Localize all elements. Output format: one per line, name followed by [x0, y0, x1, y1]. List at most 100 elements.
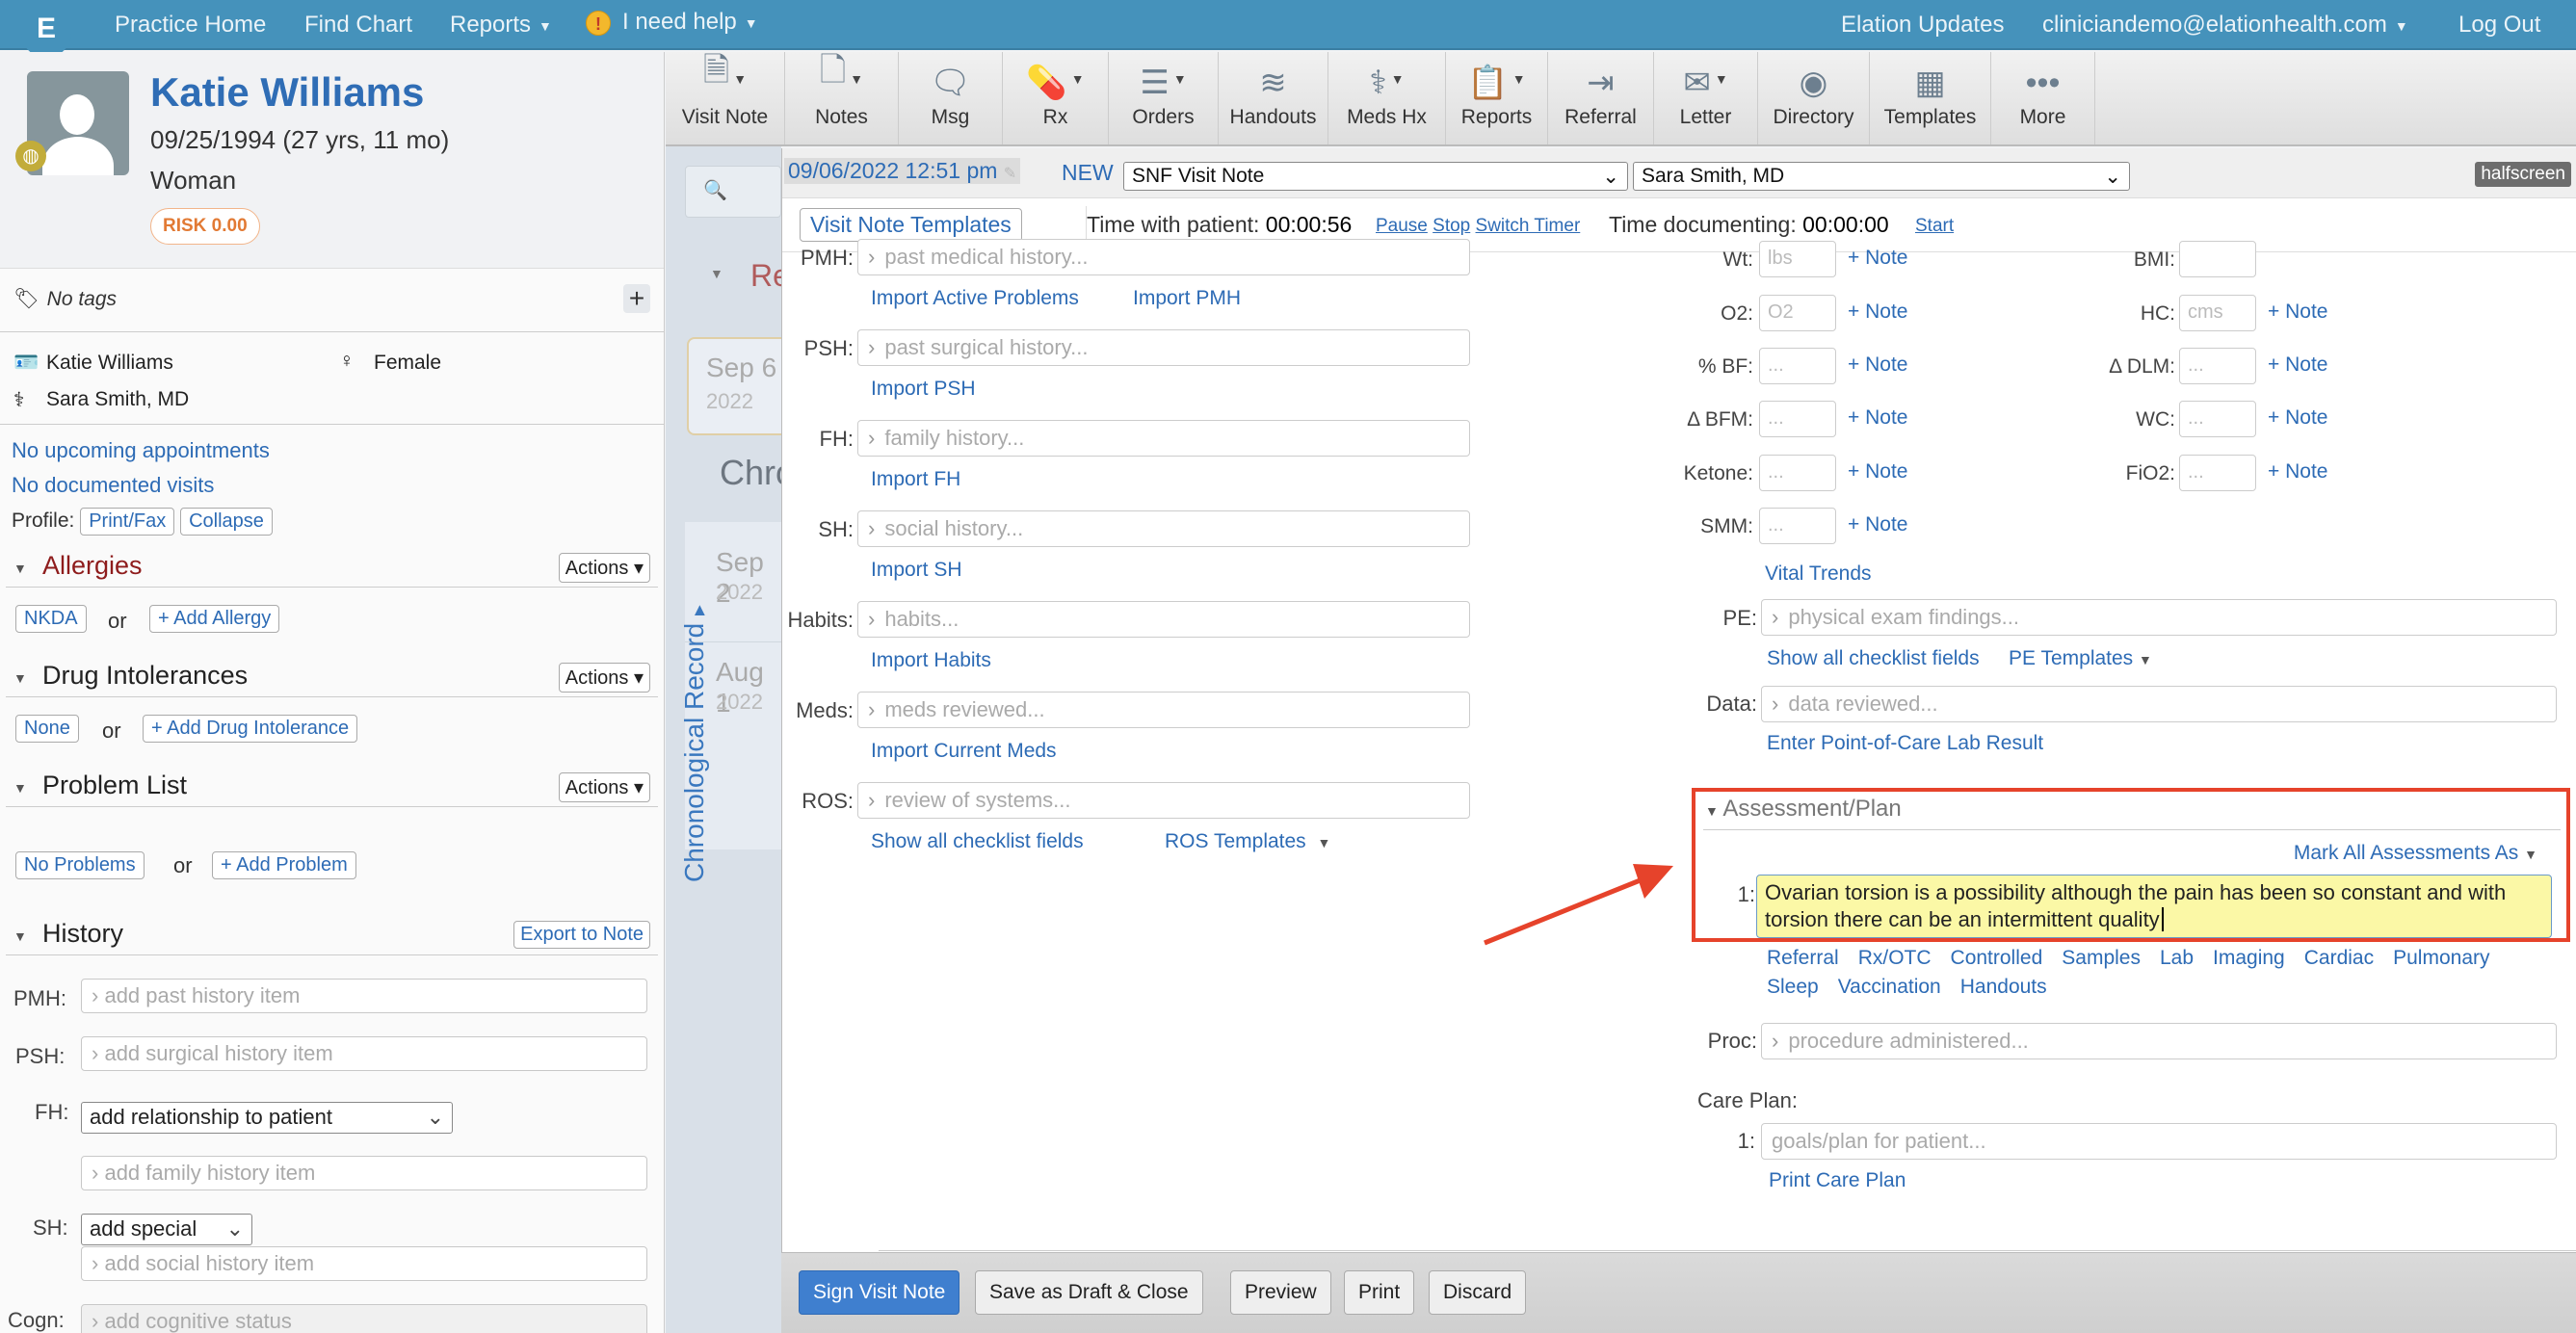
chronological-record-toggle[interactable]: Chronological Record ▶	[679, 593, 710, 882]
sh-input[interactable]: › social history...	[857, 510, 1470, 547]
nav-find-chart[interactable]: Find Chart	[304, 12, 412, 39]
order-link-referral[interactable]: Referral	[1767, 944, 1839, 973]
note-datetime[interactable]: 09/06/2022 12:51 pm ✎	[784, 158, 1021, 184]
import-link[interactable]: ROS Templates ▼	[1165, 830, 1330, 853]
ros-input[interactable]: › review of systems...	[857, 782, 1470, 819]
nav-reports[interactable]: Reports ▼	[450, 12, 552, 39]
add-vital-note-link[interactable]: + Note	[2268, 301, 2327, 324]
meds-input[interactable]: › meds reviewed...	[857, 692, 1470, 728]
print-fax-button[interactable]: Print/Fax	[80, 508, 175, 536]
vital-input[interactable]: ...	[1759, 401, 1836, 437]
toolbar-templates-button[interactable]: ▦ Templates	[1870, 52, 1991, 144]
visit-note-templates-button[interactable]: Visit Note Templates	[800, 208, 1022, 242]
halfscreen-button[interactable]: halfscreen	[2475, 162, 2571, 187]
risk-badge[interactable]: RISK 0.00	[150, 208, 260, 245]
upcoming-appointments-link[interactable]: No upcoming appointments	[12, 438, 270, 462]
pmh-input[interactable]: › past medical history...	[857, 239, 1470, 275]
add-vital-note-link[interactable]: + Note	[1848, 406, 1907, 430]
import-link[interactable]: Import Active Problems	[871, 287, 1079, 310]
toolbar-msg-button[interactable]: 🗨 Msg	[899, 52, 1003, 144]
import-link[interactable]: Import PSH	[871, 378, 976, 401]
add-vital-note-link[interactable]: + Note	[1848, 513, 1907, 536]
add-vital-note-link[interactable]: + Note	[1848, 460, 1907, 484]
nav-logout[interactable]: Log Out	[2458, 12, 2540, 39]
nav-practice-home[interactable]: Practice Home	[115, 12, 266, 39]
order-link-lab[interactable]: Lab	[2160, 944, 2194, 973]
pe-show-checklist-link[interactable]: Show all checklist fields	[1767, 647, 1980, 670]
order-link-pulmonary[interactable]: Pulmonary	[2393, 944, 2489, 973]
add-vital-note-link[interactable]: + Note	[2268, 460, 2327, 484]
add-vital-note-link[interactable]: + Note	[1848, 301, 1907, 324]
stop-timer-link[interactable]: Stop	[1433, 216, 1470, 236]
vital-input[interactable]: ...	[1759, 455, 1836, 491]
sh-special-select[interactable]: add special ⌄	[81, 1214, 252, 1245]
import-link[interactable]: Import FH	[871, 468, 960, 491]
vital-input[interactable]: O2	[1759, 295, 1836, 331]
vital-input[interactable]: ...	[1759, 508, 1836, 544]
vital-input[interactable]: ...	[2179, 348, 2256, 384]
vital-input[interactable]	[2179, 241, 2256, 277]
pause-timer-link[interactable]: Pause	[1376, 216, 1428, 236]
note-type-select[interactable]: SNF Visit Note ⌄	[1123, 162, 1628, 191]
collapse-triangle-icon[interactable]: ▼	[13, 670, 27, 686]
pe-input[interactable]: › physical exam findings...	[1761, 599, 2557, 636]
sign-visit-note-button[interactable]: Sign Visit Note	[799, 1270, 960, 1315]
data-input[interactable]: › data reviewed...	[1761, 686, 2557, 722]
print-button[interactable]: Print	[1344, 1270, 1415, 1315]
timeline-search[interactable]: 🔍	[685, 166, 781, 218]
add-drug-intolerance-button[interactable]: + Add Drug Intolerance	[143, 715, 358, 743]
vital-input[interactable]: lbs	[1759, 241, 1836, 277]
add-vital-note-link[interactable]: + Note	[2268, 406, 2327, 430]
import-link[interactable]: Import Current Meds	[871, 740, 1057, 763]
elation-logo[interactable]: E	[21, 0, 71, 58]
patient-name[interactable]: Katie Williams	[150, 69, 424, 116]
export-to-note-button[interactable]: Export to Note	[513, 921, 650, 949]
collapse-button[interactable]: Collapse	[180, 508, 273, 536]
fh-input[interactable]: › add family history item	[81, 1156, 647, 1190]
import-link[interactable]: Import SH	[871, 559, 962, 582]
toolbar-rx-button[interactable]: 💊 ▼ Rx	[1003, 52, 1109, 144]
order-link-vaccination[interactable]: Vaccination	[1838, 973, 1941, 1002]
note-provider-select[interactable]: Sara Smith, MD ⌄	[1633, 162, 2130, 191]
order-link-sleep[interactable]: Sleep	[1767, 973, 1819, 1002]
nkda-button[interactable]: NKDA	[15, 605, 87, 633]
collapse-triangle-icon[interactable]: ▼	[13, 928, 27, 944]
print-care-plan-link[interactable]: Print Care Plan	[1769, 1169, 1906, 1192]
toolbar-referral-button[interactable]: ⇥ Referral	[1548, 52, 1654, 144]
documented-visits-link[interactable]: No documented visits	[12, 473, 214, 497]
sh-input[interactable]: › add social history item	[81, 1246, 647, 1281]
add-vital-note-link[interactable]: + Note	[2268, 353, 2327, 377]
add-problem-button[interactable]: + Add Problem	[212, 851, 356, 879]
timeline-entry[interactable]: Sep 6 2022	[687, 337, 781, 435]
switch-timer-link[interactable]: Switch Timer	[1476, 216, 1581, 236]
fh-relationship-select[interactable]: add relationship to patient ⌄	[81, 1102, 453, 1134]
nav-user-menu[interactable]: cliniciandemo@elationhealth.com ▼	[2042, 12, 2408, 39]
import-link[interactable]: Import PMH	[1133, 287, 1241, 310]
order-link-samples[interactable]: Samples	[2062, 944, 2141, 973]
point-of-care-lab-link[interactable]: Enter Point-of-Care Lab Result	[1767, 732, 2043, 755]
vital-input[interactable]: ...	[1759, 348, 1836, 384]
toolbar-handouts-button[interactable]: ≋ Handouts	[1219, 52, 1328, 144]
habits-input[interactable]: › habits...	[857, 601, 1470, 638]
add-vital-note-link[interactable]: + Note	[1848, 247, 1907, 270]
allergies-actions-button[interactable]: Actions ▾	[558, 553, 650, 583]
toolbar-letter-button[interactable]: ✉ ▼ Letter	[1654, 52, 1758, 144]
vital-input[interactable]: ...	[2179, 455, 2256, 491]
cogn-input[interactable]: › add cognitive status	[81, 1304, 647, 1333]
collapse-triangle-icon[interactable]: ▼	[710, 266, 723, 281]
problem-list-actions-button[interactable]: Actions ▾	[558, 772, 650, 802]
collapse-triangle-icon[interactable]: ▼	[13, 780, 27, 796]
drug-intolerances-actions-button[interactable]: Actions ▾	[558, 663, 650, 693]
vital-input[interactable]: cms	[2179, 295, 2256, 331]
toolbar-reports-button[interactable]: 📋 ▼ Reports	[1446, 52, 1548, 144]
toolbar-more-button[interactable]: ••• More	[1991, 52, 2095, 144]
toolbar-notes-button[interactable]: 🗋 ▼ Notes	[785, 52, 899, 144]
order-link-imaging[interactable]: Imaging	[2213, 944, 2285, 973]
save-draft-close-button[interactable]: Save as Draft & Close	[975, 1270, 1203, 1315]
nav-help[interactable]: ! I need help ▼	[586, 9, 758, 36]
pmh-input[interactable]: › add past history item	[81, 979, 647, 1013]
order-link-handouts[interactable]: Handouts	[1960, 973, 2047, 1002]
care-plan-input[interactable]: goals/plan for patient...	[1761, 1123, 2557, 1160]
none-button[interactable]: None	[15, 715, 79, 743]
import-link[interactable]: Import Habits	[871, 649, 991, 672]
